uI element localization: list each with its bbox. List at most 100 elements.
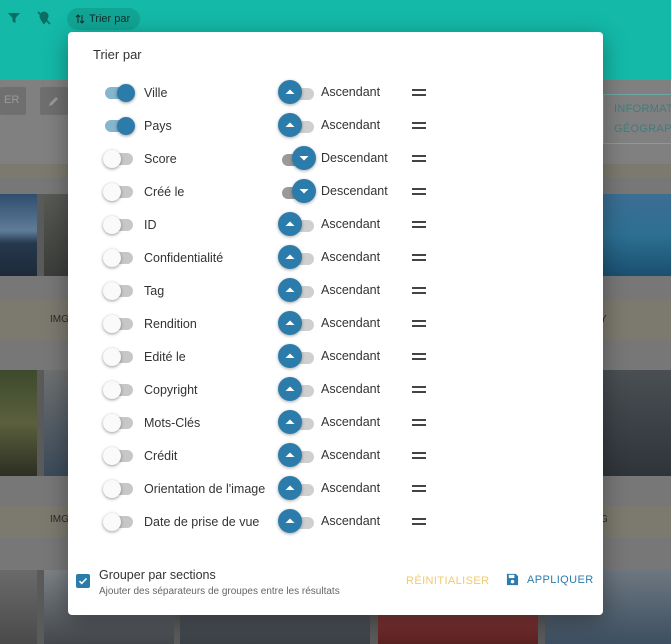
arrow-up-icon (285, 254, 295, 259)
photo-thumbnail[interactable] (603, 194, 671, 276)
location-off-icon[interactable] (36, 10, 52, 26)
toggle-knob (103, 447, 121, 465)
group-sections-checkbox[interactable] (76, 574, 90, 588)
toggle-knob (103, 282, 121, 300)
sort-direction-label: Ascendant (321, 514, 381, 528)
direction-knob (278, 476, 302, 500)
sort-field-label: Créé le (144, 185, 185, 199)
drag-handle-icon[interactable] (412, 419, 426, 427)
edit-button[interactable] (40, 87, 68, 115)
drag-handle-icon[interactable] (412, 254, 426, 262)
drag-handle-icon[interactable] (412, 386, 426, 394)
arrow-up-icon (285, 485, 295, 490)
sort-field-toggle[interactable] (105, 84, 135, 102)
photo-thumbnail[interactable] (44, 370, 68, 476)
sort-direction-toggle[interactable] (278, 311, 318, 337)
direction-knob (278, 311, 302, 335)
drag-handle-icon[interactable] (412, 452, 426, 460)
photo-thumbnail[interactable] (603, 370, 671, 476)
drag-handle-icon[interactable] (412, 485, 426, 493)
sort-direction-toggle[interactable] (278, 146, 318, 172)
drag-handle-icon[interactable] (412, 221, 426, 229)
sort-field-toggle[interactable] (103, 183, 133, 201)
sort-row: Date de prise de vue Ascendant (68, 508, 603, 541)
sort-field-toggle[interactable] (103, 447, 133, 465)
sort-direction-toggle[interactable] (278, 443, 318, 469)
sort-direction-label: Descendant (321, 184, 388, 198)
sort-row: ID Ascendant (68, 211, 603, 244)
sort-field-toggle[interactable] (103, 282, 133, 300)
sort-direction-toggle[interactable] (278, 179, 318, 205)
sort-direction-toggle[interactable] (278, 278, 318, 304)
sort-direction-label: Ascendant (321, 481, 381, 495)
drag-handle-icon[interactable] (412, 122, 426, 130)
arrow-up-icon (285, 518, 295, 523)
sort-field-toggle[interactable] (103, 513, 133, 531)
sort-field-toggle[interactable] (103, 480, 133, 498)
sort-direction-label: Ascendant (321, 349, 381, 363)
direction-knob (292, 146, 316, 170)
direction-knob (278, 443, 302, 467)
direction-knob (278, 212, 302, 236)
sort-direction-toggle[interactable] (278, 113, 318, 139)
toggle-knob (117, 117, 135, 135)
drag-handle-icon[interactable] (412, 353, 426, 361)
sort-icon (75, 14, 85, 24)
sort-field-toggle[interactable] (103, 381, 133, 399)
sort-field-toggle[interactable] (103, 348, 133, 366)
sort-direction-toggle[interactable] (278, 344, 318, 370)
sort-direction-toggle[interactable] (278, 509, 318, 535)
arrow-up-icon (285, 353, 295, 358)
sort-row: Mots-Clés Ascendant (68, 409, 603, 442)
drag-handle-icon[interactable] (412, 518, 426, 526)
sort-row: Ville Ascendant (68, 79, 603, 112)
reset-button[interactable]: RÉINITIALISER (406, 575, 489, 587)
sort-row: Confidentialité Ascendant (68, 244, 603, 277)
drag-handle-icon[interactable] (412, 89, 426, 97)
sort-direction-toggle[interactable] (278, 377, 318, 403)
sort-field-list: Ville Ascendant Pays Ascendant Score Descenda… (68, 79, 603, 541)
sort-chip[interactable]: Trier par (67, 8, 141, 30)
geo-info-button[interactable]: INFORMAT GÉOGRAPH (603, 94, 671, 144)
toggle-knob (103, 513, 121, 531)
sort-row: Rendition Ascendant (68, 310, 603, 343)
sort-field-label: Orientation de l'image (144, 482, 266, 496)
apply-button[interactable]: APPLIQUER (506, 573, 594, 586)
sort-row: Tag Ascendant (68, 277, 603, 310)
drag-handle-icon[interactable] (412, 188, 426, 196)
sort-direction-label: Ascendant (321, 382, 381, 396)
direction-knob (278, 344, 302, 368)
sort-field-label: Tag (144, 284, 165, 298)
sort-field-label: Date de prise de vue (144, 515, 260, 529)
sort-field-toggle[interactable] (103, 414, 133, 432)
drag-handle-icon[interactable] (412, 320, 426, 328)
toggle-knob (117, 84, 135, 102)
sort-field-toggle[interactable] (103, 249, 133, 267)
sort-field-toggle[interactable] (105, 117, 135, 135)
geo-info-line2: GÉOGRAPH (614, 123, 671, 135)
direction-knob (278, 410, 302, 434)
drag-handle-icon[interactable] (412, 155, 426, 163)
sort-field-toggle[interactable] (103, 315, 133, 333)
arrow-up-icon (285, 320, 295, 325)
drag-handle-icon[interactable] (412, 287, 426, 295)
sort-direction-toggle[interactable] (278, 80, 318, 106)
filter-icon[interactable] (6, 10, 22, 26)
partial-toolbar-button[interactable]: ER (0, 87, 26, 115)
photo-thumbnail[interactable] (0, 370, 37, 476)
toggle-knob (103, 480, 121, 498)
sort-direction-toggle[interactable] (278, 476, 318, 502)
photo-thumbnail[interactable] (0, 570, 37, 644)
sort-direction-toggle[interactable] (278, 410, 318, 436)
sort-field-toggle[interactable] (103, 216, 133, 234)
photo-thumbnail[interactable] (0, 194, 37, 276)
direction-knob (278, 377, 302, 401)
sort-direction-label: Ascendant (321, 85, 381, 99)
photo-thumbnail[interactable] (44, 194, 68, 276)
sort-field-toggle[interactable] (103, 150, 133, 168)
sort-direction-toggle[interactable] (278, 212, 318, 238)
sort-row: Score Descendant (68, 145, 603, 178)
sort-field-label: Pays (144, 119, 172, 133)
sort-direction-toggle[interactable] (278, 245, 318, 271)
direction-knob (278, 113, 302, 137)
